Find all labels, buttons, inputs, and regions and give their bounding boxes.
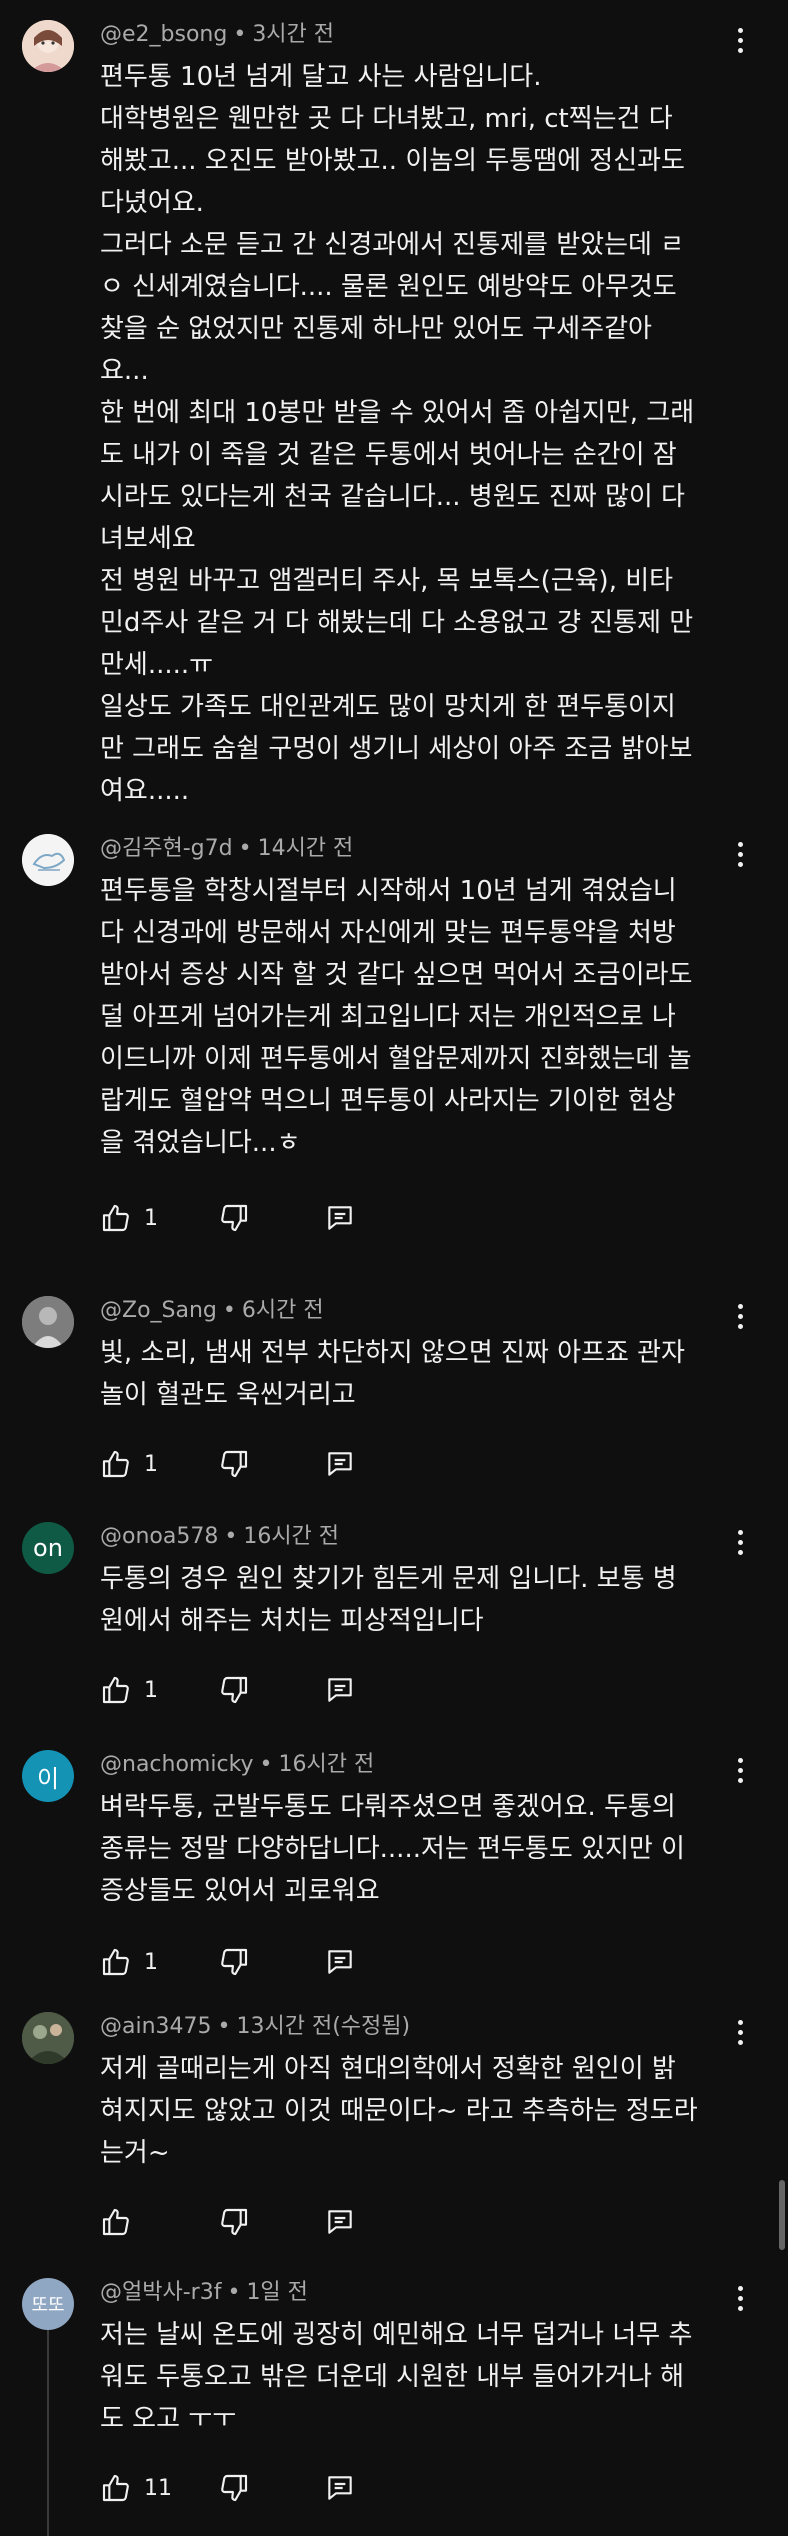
- like-button[interactable]: 1: [100, 1444, 158, 1484]
- avatar[interactable]: on: [22, 1522, 74, 1574]
- timestamp[interactable]: 1일 전: [246, 2280, 307, 2305]
- avatar-image-icon: [22, 20, 74, 72]
- reply-icon: [328, 2210, 352, 2234]
- timestamp[interactable]: 6시간 전: [242, 1298, 324, 1323]
- username[interactable]: @nachomicky: [100, 1752, 254, 1777]
- separator: •: [217, 2014, 231, 2039]
- comment-text: 저게 골때리는게 아직 현대의학에서 정확한 원인이 밝 혀지지도 않았고 이것…: [100, 2054, 698, 2168]
- thumbs-down-icon: [221, 1204, 248, 1232]
- comment-meta: @ain3475 • 13시간 전(수정됨): [100, 2012, 410, 2042]
- dislike-button[interactable]: [218, 2468, 250, 2508]
- more-options-button[interactable]: [725, 22, 755, 58]
- separator: •: [238, 836, 252, 861]
- avatar-initials: on: [33, 1534, 63, 1562]
- dislike-button[interactable]: [218, 1444, 250, 1484]
- separator: •: [227, 2280, 241, 2305]
- comment-text: 빛, 소리, 냄새 전부 차단하지 않으면 진짜 아프죠 관자 놀이 혈관도 욱…: [100, 1338, 685, 1410]
- reply-button[interactable]: [324, 2468, 356, 2508]
- username[interactable]: @ain3475: [100, 2014, 212, 2039]
- like-count: 1: [144, 1677, 158, 1703]
- thumbs-up-icon: [102, 2474, 129, 2502]
- comment-meta: @김주현-g7d • 14시간 전: [100, 834, 353, 864]
- thumbs-down-icon: [221, 2208, 248, 2236]
- username[interactable]: @Zo_Sang: [100, 1298, 217, 1323]
- separator: •: [259, 1752, 273, 1777]
- reply-icon: [328, 1452, 352, 1476]
- like-button[interactable]: 1: [100, 1198, 158, 1238]
- avatar[interactable]: [22, 1296, 74, 1348]
- reply-button[interactable]: [324, 1444, 356, 1484]
- avatar-image-icon: [22, 834, 74, 886]
- timestamp[interactable]: 13시간 전(수정됨): [237, 2014, 411, 2039]
- avatar-initials: 이: [36, 1764, 60, 1793]
- timestamp[interactable]: 14시간 전: [258, 836, 354, 861]
- reply-icon: [328, 2476, 352, 2500]
- avatar[interactable]: [22, 20, 74, 72]
- like-button[interactable]: 1: [100, 1670, 158, 1710]
- username[interactable]: @onoa578: [100, 1524, 218, 1549]
- like-button[interactable]: 11: [100, 2468, 172, 2508]
- thumbs-down-icon: [221, 1948, 248, 1976]
- thumbs-up-icon: [102, 2208, 129, 2236]
- thumbs-up-icon: [102, 1204, 129, 1232]
- more-options-button[interactable]: [725, 1524, 755, 1560]
- username[interactable]: @얼박사-r3f: [100, 2280, 221, 2305]
- comment-meta: @얼박사-r3f • 1일 전: [100, 2278, 308, 2308]
- more-options-button[interactable]: [725, 2014, 755, 2050]
- reply-icon: [328, 1950, 352, 1974]
- reply-button[interactable]: [324, 1198, 356, 1238]
- scrollbar[interactable]: [779, 2180, 785, 2250]
- thumbs-up-icon: [102, 1948, 129, 1976]
- like-count: 1: [144, 1949, 158, 1975]
- separator: •: [222, 1298, 236, 1323]
- avatar[interactable]: [22, 2012, 74, 2064]
- comment-meta: @Zo_Sang • 6시간 전: [100, 1296, 324, 1326]
- thumbs-down-icon: [221, 1676, 248, 1704]
- thumbs-up-icon: [102, 1676, 129, 1704]
- comment-meta: @nachomicky • 16시간 전: [100, 1750, 374, 1780]
- more-options-button[interactable]: [725, 1752, 755, 1788]
- timestamp[interactable]: 16시간 전: [243, 1524, 339, 1549]
- dislike-button[interactable]: [218, 1942, 250, 1982]
- like-count: 1: [144, 1451, 158, 1477]
- thread-line: [47, 2312, 49, 2536]
- reply-button[interactable]: [324, 1942, 356, 1982]
- avatar-image-icon: [22, 1296, 74, 1348]
- username[interactable]: @김주현-g7d: [100, 836, 233, 861]
- reply-button[interactable]: [324, 2202, 356, 2242]
- thumbs-up-icon: [102, 1450, 129, 1478]
- username[interactable]: @e2_bsong: [100, 22, 227, 47]
- thumbs-down-icon: [221, 2474, 248, 2502]
- avatar-initials: 또또: [31, 2295, 65, 2316]
- like-count: 11: [144, 2475, 172, 2501]
- dislike-button[interactable]: [218, 1670, 250, 1710]
- comment-text: 두통의 경우 원인 찾기가 힘든게 문제 입니다. 보통 병 원에서 해주는 처…: [100, 1564, 677, 1636]
- dislike-button[interactable]: [218, 1198, 250, 1238]
- like-button[interactable]: [100, 2202, 132, 2242]
- separator: •: [224, 1524, 238, 1549]
- thumbs-down-icon: [221, 1450, 248, 1478]
- more-options-button[interactable]: [725, 2280, 755, 2316]
- separator: •: [233, 22, 247, 47]
- comment-text: 저는 날씨 온도에 굉장히 예민해요 너무 덥거나 너무 추 워도 두통오고 밖…: [100, 2320, 693, 2434]
- avatar[interactable]: 또또: [22, 2278, 74, 2330]
- comment-meta: @e2_bsong • 3시간 전: [100, 20, 334, 50]
- timestamp[interactable]: 3시간 전: [252, 22, 334, 47]
- reply-icon: [328, 1678, 352, 1702]
- comment-text: 편두통을 학창시절부터 시작해서 10년 넘게 겪었습니 다 신경과에 방문해서…: [100, 876, 693, 1158]
- more-options-button[interactable]: [725, 836, 755, 872]
- like-count: 1: [144, 1205, 158, 1231]
- comment-meta: @onoa578 • 16시간 전: [100, 1522, 339, 1552]
- timestamp[interactable]: 16시간 전: [279, 1752, 375, 1777]
- dislike-button[interactable]: [218, 2202, 250, 2242]
- avatar[interactable]: [22, 834, 74, 886]
- reply-button[interactable]: [324, 1670, 356, 1710]
- comment-text: 벼락두통, 군발두통도 다뤄주셨으면 좋겠어요. 두통의 종류는 정말 다양하답…: [100, 1792, 685, 1906]
- more-options-button[interactable]: [725, 1298, 755, 1334]
- comment-text: 편두통 10년 넘게 달고 사는 사람입니다. 대학병원은 웬만한 곳 다 다녀…: [100, 62, 695, 806]
- avatar[interactable]: 이: [22, 1750, 74, 1802]
- reply-icon: [328, 1206, 352, 1230]
- like-button[interactable]: 1: [100, 1942, 158, 1982]
- avatar-image-icon: [22, 2012, 74, 2064]
